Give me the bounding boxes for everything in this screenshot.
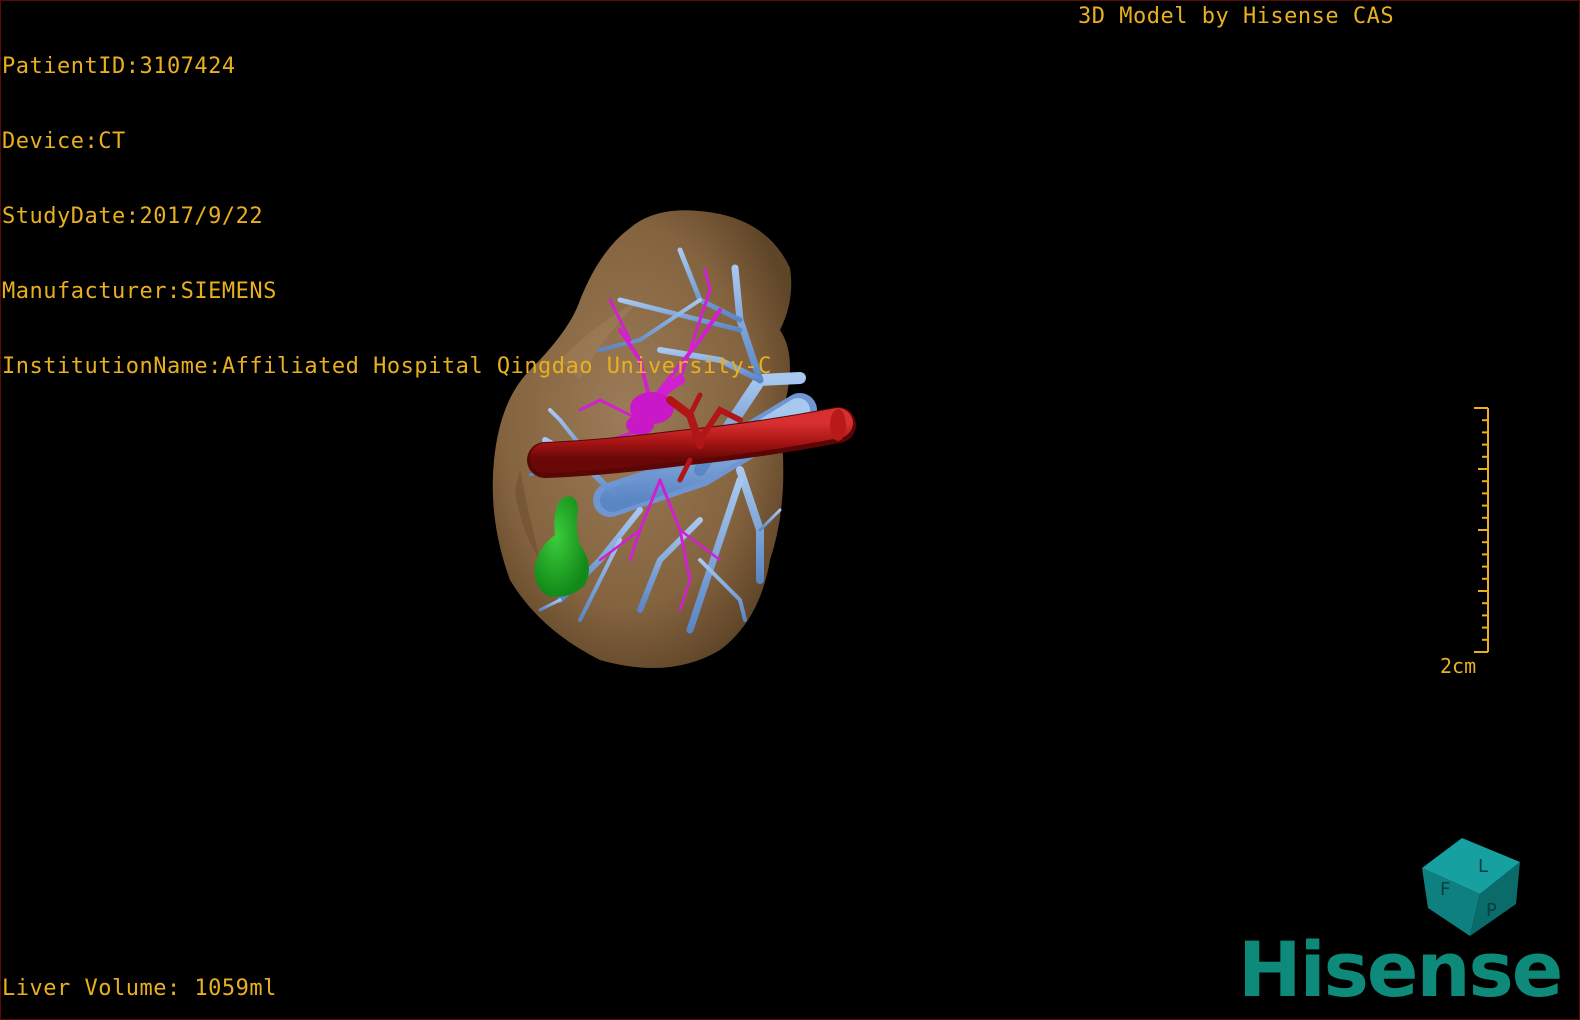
scale-bar-label: 2cm [1440, 654, 1477, 678]
liver-volume: Liver Volume: 1059ml [2, 976, 277, 1001]
model-brand-caption: 3D Model by Hisense CAS [1078, 4, 1395, 29]
cube-face-f-label: F [1440, 879, 1450, 900]
hisense-logo: Hisense [1238, 925, 1563, 1014]
study-date: StudyDate:2017/9/22 [2, 204, 264, 229]
cube-face-l-label: L [1478, 856, 1488, 877]
cube-face-p-label: P [1486, 900, 1497, 921]
scale-bar [1474, 407, 1489, 653]
manufacturer: Manufacturer:SIEMENS [2, 279, 277, 304]
patient-id: PatientID:3107424 [2, 54, 236, 79]
device: Device:CT [2, 129, 126, 154]
orientation-cube[interactable]: F L P [1422, 838, 1520, 936]
dicom-metadata: PatientID:3107424 Device:CT StudyDate:20… [2, 4, 772, 404]
institution-name: InstitutionName:Affiliated Hospital Qing… [2, 354, 772, 379]
